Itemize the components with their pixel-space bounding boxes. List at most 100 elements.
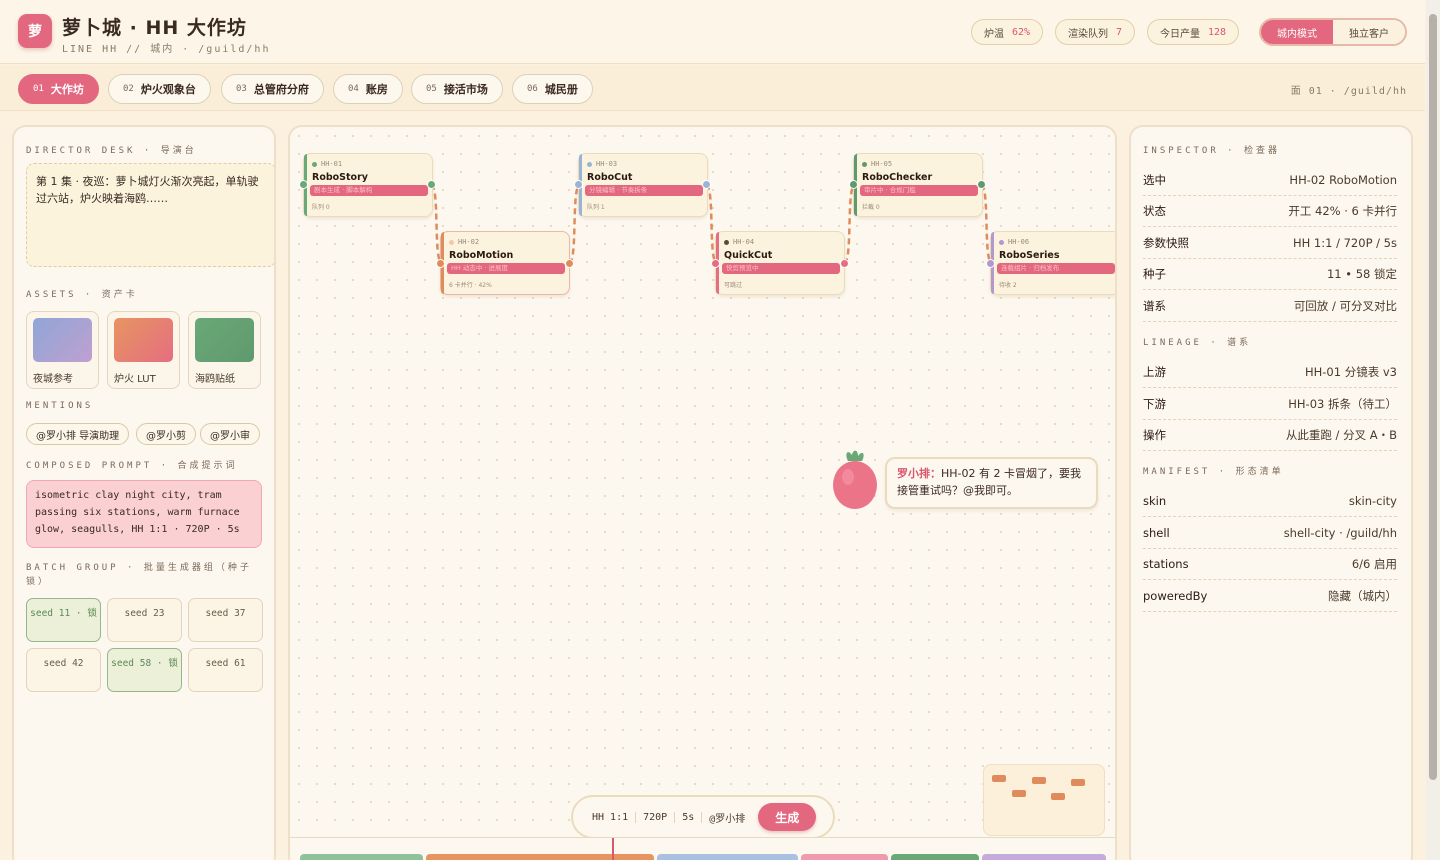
node-input-port[interactable] <box>849 180 858 189</box>
stat-daily-output: 今日产量 128 <box>1147 19 1240 45</box>
node-task-bar: 剧本生成 · 脚本解构 <box>310 185 428 196</box>
generate-toolbar: HH 1:1 720P 5s @罗小排 生成 <box>571 795 835 839</box>
inspector-panel: INSPECTOR · 检查器 选中 HH-02 RoboMotion 状态 开工 … <box>1129 125 1413 860</box>
inspector-section-title: INSPECTOR · 检查器 <box>1143 146 1281 156</box>
mode-standalone-button[interactable]: 独立客户 <box>1333 20 1405 44</box>
generate-button[interactable]: 生成 <box>758 803 817 831</box>
inspector-row-selected: 选中 HH-02 RoboMotion <box>1143 165 1397 196</box>
seed-chip[interactable]: seed 42 <box>26 648 101 692</box>
tab-job-market[interactable]: 05 接活市场 <box>411 74 503 104</box>
node-input-port[interactable] <box>711 259 720 268</box>
app-logo: 萝 <box>18 14 52 48</box>
canvas-minimap[interactable] <box>983 764 1105 836</box>
node-input-port[interactable] <box>574 180 583 189</box>
radish-mascot-icon[interactable] <box>832 449 878 509</box>
tab-branch-office[interactable]: 03 总管府分府 <box>221 74 324 104</box>
node-status-dot <box>449 239 454 245</box>
lineage-row-downstream[interactable]: 下游 HH-03 拆条（待工） <box>1143 389 1397 420</box>
timeline-clip[interactable] <box>426 854 654 860</box>
node-task-bar: 审片中 · 合规门槛 <box>860 185 978 196</box>
agent-selector[interactable]: @罗小排 <box>702 810 752 825</box>
asset-card-furnace-lut[interactable]: 炉火 LUT <box>107 311 180 389</box>
lineage-row-actions[interactable]: 操作 从此重跑 / 分叉 A・B <box>1143 420 1397 451</box>
chat-speaker: 罗小排： <box>897 467 941 480</box>
seed-chip[interactable]: seed 11 · 锁 <box>26 598 101 642</box>
node-output-port[interactable] <box>977 180 986 189</box>
asset-card-seagull-sticker[interactable]: 海鸥贴纸 <box>188 311 261 389</box>
node-input-port[interactable] <box>436 259 445 268</box>
node-task-bar: 连载组片 · 归档发布 <box>997 263 1115 274</box>
node-output-port[interactable] <box>702 180 711 189</box>
lineage-row-upstream[interactable]: 上游 HH-01 分镜表 v3 <box>1143 357 1397 388</box>
pipeline-node-robomotion[interactable]: HH-02 RoboMotion HH 动态中 · 进展度 6 卡并行 · 42… <box>440 231 570 295</box>
manifest-row-powered-by: poweredBy 隐藏（城内） <box>1143 581 1397 612</box>
stat-render-queue: 渲染队列 7 <box>1055 19 1136 45</box>
node-task-bar: 分镜编辑 · 节奏拆条 <box>585 185 703 196</box>
manifest-section-title: MANIFEST · 形态清单 <box>1143 467 1284 477</box>
pipeline-node-robostory[interactable]: HH-01 RoboStory 剧本生成 · 脚本解构 队列 0 <box>303 153 433 217</box>
assets-section-title: ASSETS · 资产卡 <box>26 290 138 300</box>
inspector-row-lineage: 谱系 可回放 / 可分叉对比 <box>1143 291 1397 322</box>
timeline-playhead[interactable] <box>612 838 614 860</box>
lineage-section-title: LINEAGE · 谱系 <box>1143 338 1252 348</box>
node-task-bar: HH 动态中 · 进展度 <box>447 263 565 274</box>
app-header: 萝 萝卜城 · HH 大作坊 LINE HH // 城内 · /guild/hh… <box>0 0 1425 64</box>
node-status-dot <box>724 239 729 245</box>
node-output-port[interactable] <box>840 259 849 268</box>
page-scrollbar[interactable] <box>1426 0 1440 860</box>
mention-chip[interactable]: @罗小排 导演助理 <box>26 423 130 445</box>
pipeline-node-quickcut[interactable]: HH-04 QuickCut 快剪预览中 可跳过 <box>715 231 845 295</box>
mode-city-button[interactable]: 城内模式 <box>1261 20 1333 44</box>
timeline-clip[interactable] <box>801 854 888 860</box>
manifest-row-skin: skin skin-city <box>1143 486 1397 517</box>
main-tabs: 01 大作坊 02 炉火观象台 03 总管府分府 04 账房 05 接活市场 06 城民册 … <box>0 65 1425 111</box>
timeline-clip[interactable] <box>657 854 798 860</box>
seed-chip[interactable]: seed 23 <box>107 598 182 642</box>
timeline-clip[interactable] <box>891 854 979 860</box>
asset-thumbnail <box>114 318 173 362</box>
pipeline-node-robochecker[interactable]: HH-05 RoboChecker 审片中 · 合规门槛 拦截 0 <box>853 153 983 217</box>
seed-chip[interactable]: seed 61 <box>188 648 263 692</box>
timeline-clip[interactable] <box>300 854 423 860</box>
director-script-input[interactable]: 第 1 集 · 夜巡：萝卜城灯火渐次亮起，单轨驶过六站，炉火映着海鸥…… <box>26 163 274 267</box>
stat-furnace-temp: 炉温 62% <box>971 19 1044 45</box>
inspector-row-params: 参数快照 HH 1:1 / 720P / 5s <box>1143 228 1397 259</box>
director-panel: DIRECTOR DESK · 导演台 第 1 集 · 夜巡：萝卜城灯火渐次亮起… <box>12 125 276 860</box>
tab-citizen-registry[interactable]: 06 城民册 <box>512 74 593 104</box>
seed-chip[interactable]: seed 37 <box>188 598 263 642</box>
pipeline-canvas[interactable]: HH-01 RoboStory 剧本生成 · 脚本解构 队列 0 HH-02 R… <box>288 125 1117 860</box>
node-status-dot <box>312 161 317 167</box>
page-route: 面 01 · /guild/hh <box>1290 86 1407 97</box>
mode-toggle[interactable]: 城内模式 独立客户 <box>1259 18 1407 46</box>
node-output-port[interactable] <box>427 180 436 189</box>
manifest-row-shell: shell shell-city · /guild/hh <box>1143 518 1397 549</box>
node-input-port[interactable] <box>299 180 308 189</box>
asset-thumbnail <box>33 318 92 362</box>
pipeline-node-robocut[interactable]: HH-03 RoboCut 分镜编辑 · 节奏拆条 队列 1 <box>578 153 708 217</box>
node-status-dot <box>999 239 1004 245</box>
tab-ledger[interactable]: 04 账房 <box>333 74 403 104</box>
duration-selector[interactable]: 5s <box>675 811 703 823</box>
node-status-dot <box>587 161 592 167</box>
node-output-port[interactable] <box>565 259 574 268</box>
node-status-dot <box>862 161 867 167</box>
tab-workshop[interactable]: 01 大作坊 <box>18 74 99 104</box>
prompt-section-title: COMPOSED PROMPT · 合成提示词 <box>26 461 238 471</box>
node-input-port[interactable] <box>986 259 995 268</box>
aspect-ratio-selector[interactable]: HH 1:1 <box>585 811 637 823</box>
agent-chat-bubble[interactable]: 罗小排：HH-02 有 2 卡冒烟了，要我接管重试吗？@我即可。 <box>885 457 1098 509</box>
timeline-track[interactable] <box>290 837 1115 860</box>
tab-furnace-observatory[interactable]: 02 炉火观象台 <box>108 74 211 104</box>
pipeline-node-roboseries[interactable]: HH-06 RoboSeries 连载组片 · 归档发布 待收 2 <box>990 231 1115 295</box>
asset-card-night-city[interactable]: 夜城参考 <box>26 311 99 389</box>
composed-prompt[interactable]: isometric clay night city, tram passing … <box>26 480 262 548</box>
timeline-clip[interactable] <box>982 854 1106 860</box>
mentions-section-title: MENTIONS <box>26 401 94 411</box>
mention-chip[interactable]: @罗小剪 <box>136 423 196 445</box>
asset-thumbnail <box>195 318 254 362</box>
manifest-row-stations: stations 6/6 启用 <box>1143 549 1397 580</box>
scrollbar-thumb[interactable] <box>1429 14 1437 780</box>
mention-chip[interactable]: @罗小审 <box>200 423 260 445</box>
seed-chip[interactable]: seed 58 · 锁 <box>107 648 182 692</box>
resolution-selector[interactable]: 720P <box>636 811 676 823</box>
